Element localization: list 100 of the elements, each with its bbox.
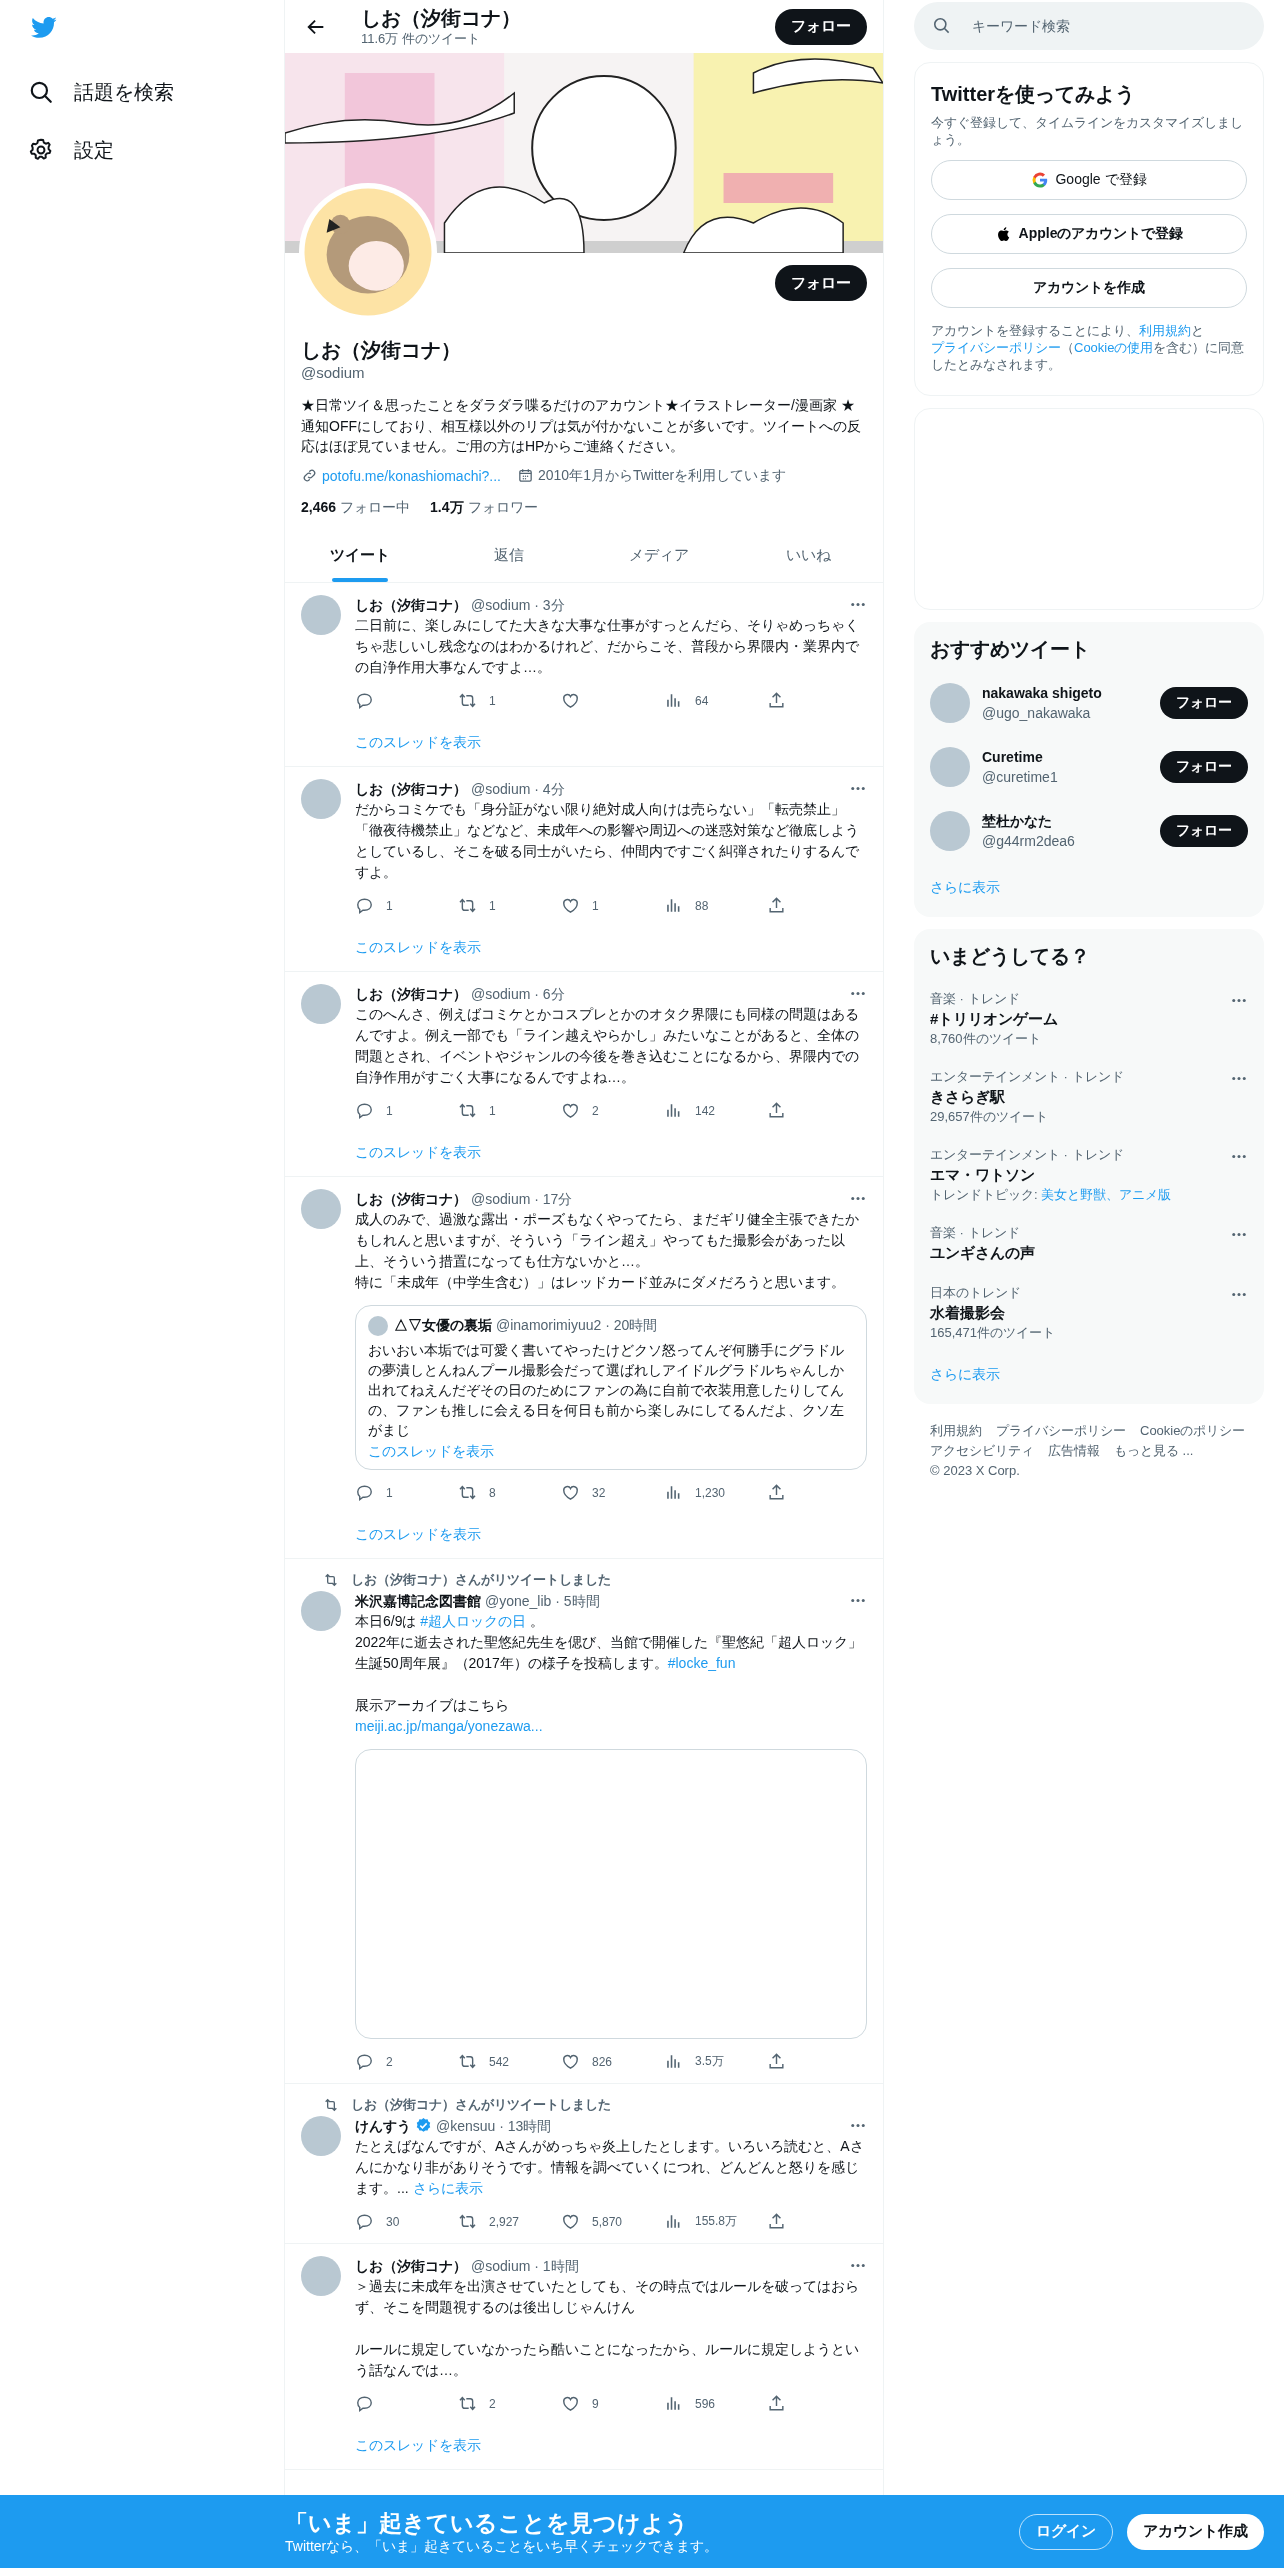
- heart-icon[interactable]: [561, 1483, 580, 1502]
- heart-icon[interactable]: [561, 2212, 580, 2231]
- heart-icon[interactable]: [561, 2052, 580, 2071]
- reply-icon[interactable]: [355, 1483, 374, 1502]
- footer-link[interactable]: もっと見る ...: [1114, 1442, 1194, 1460]
- profile-bio: ★日常ツイ＆思ったことをダラダラ喋るだけのアカウント★イラストレーター/漫画家 ★通知OFFにしており、相互様以外のリプは気が付かないことが多いです。ツイートへの反応はほぼ見ていません。ご用の方はHPからご連絡ください。: [301, 396, 862, 456]
- reply-icon[interactable]: [355, 2052, 374, 2071]
- trend-context: 音楽 · トレンド: [930, 1224, 1021, 1242]
- trend-name[interactable]: #トリリオンゲーム: [930, 1008, 1230, 1030]
- trend-name[interactable]: 水着撮影会: [930, 1302, 1230, 1324]
- user-name[interactable]: Curetime: [982, 747, 1148, 767]
- heart-icon[interactable]: [561, 896, 580, 915]
- follow-button[interactable]: フォロー: [1160, 751, 1248, 783]
- signup-button[interactable]: アカウントを作成: [931, 268, 1247, 308]
- share-icon[interactable]: [767, 896, 786, 915]
- more-icon[interactable]: [849, 784, 867, 793]
- more-icon[interactable]: [849, 1194, 867, 1203]
- author-name[interactable]: しお（汐街コナ）: [355, 1188, 467, 1209]
- profile-tab[interactable]: ツイート: [285, 528, 435, 582]
- more-icon[interactable]: [1230, 1074, 1248, 1083]
- footer-link[interactable]: 利用規約: [930, 1422, 982, 1440]
- trend-name[interactable]: ユンギさんの声: [930, 1242, 1230, 1264]
- share-icon[interactable]: [767, 2052, 786, 2071]
- heart-icon[interactable]: [561, 2394, 580, 2413]
- profile-tab[interactable]: 返信: [434, 528, 584, 582]
- more-icon[interactable]: [849, 2121, 867, 2130]
- tweet-meta: @sodium · 4分: [471, 779, 565, 799]
- user-name[interactable]: 埜杜かなた: [982, 811, 1148, 831]
- more-icon[interactable]: [849, 989, 867, 998]
- tweet-text: このへんさ、例えばコミケとかコスプレとかのオタク界隈にも同様の問題はあるんですよ。例え一部でも「ライン越えやらかし」みたいなことがあると、全体の問題とされ、イベントやジャンルの今後を巻き込むことになるから、界隈内での自浄作用がすごく大事になるんですよね…。: [355, 1004, 860, 1087]
- more-icon[interactable]: [1230, 1290, 1248, 1299]
- action-count: 826: [592, 2054, 613, 2069]
- share-icon[interactable]: [767, 691, 786, 710]
- retweet-icon[interactable]: [458, 1101, 477, 1120]
- nav-label[interactable]: 設定: [74, 136, 114, 164]
- retweet-icon[interactable]: [458, 2052, 477, 2071]
- search-field[interactable]: キーワード検索: [914, 2, 1264, 50]
- profile-tab[interactable]: いいね: [733, 528, 883, 582]
- follow-button[interactable]: フォロー: [1160, 687, 1248, 719]
- signup-button[interactable]: アカウント作成: [1127, 2513, 1264, 2550]
- action-count: 1: [489, 693, 496, 708]
- retweet-icon[interactable]: [458, 2212, 477, 2231]
- follow-button[interactable]: フォロー: [775, 8, 867, 45]
- share-icon[interactable]: [767, 2212, 786, 2231]
- action-count: 9: [592, 2396, 599, 2411]
- reply-icon[interactable]: [355, 2212, 374, 2231]
- followers-count[interactable]: 1.4万: [430, 498, 464, 517]
- trend-name[interactable]: きさらぎ駅: [930, 1086, 1230, 1108]
- more-icon[interactable]: [849, 1596, 867, 1605]
- tweet-meta: @sodium · 17分: [471, 1189, 573, 1209]
- footer-link[interactable]: プライバシーポリシー: [996, 1422, 1126, 1440]
- nav-label[interactable]: 話題を検索: [74, 78, 174, 106]
- more-icon[interactable]: [849, 600, 867, 609]
- author-name[interactable]: しお（汐街コナ）: [355, 778, 467, 799]
- more-icon[interactable]: [849, 2261, 867, 2270]
- user-name[interactable]: nakawaka shigeto: [982, 683, 1148, 703]
- retweet-icon[interactable]: [458, 691, 477, 710]
- heart-icon[interactable]: [561, 1101, 580, 1120]
- author-name[interactable]: 米沢嘉博記念図書館: [355, 1590, 481, 1611]
- author-name[interactable]: しお（汐街コナ）: [355, 2255, 467, 2276]
- followers-label[interactable]: フォロワー: [467, 498, 538, 517]
- share-icon[interactable]: [767, 1101, 786, 1120]
- author-name[interactable]: しお（汐街コナ）: [355, 983, 467, 1004]
- reply-icon[interactable]: [355, 691, 374, 710]
- trend-context: 音楽 · トレンド: [930, 990, 1021, 1008]
- footer-link[interactable]: Cookieのポリシー: [1140, 1422, 1246, 1440]
- search-icon[interactable]: [28, 79, 54, 105]
- footer-link[interactable]: アクセシビリティ: [930, 1442, 1034, 1460]
- share-icon[interactable]: [767, 1483, 786, 1502]
- trend-name[interactable]: エマ・ワトソン: [930, 1164, 1230, 1186]
- follow-button[interactable]: フォロー: [775, 265, 867, 301]
- retweet-icon[interactable]: [458, 2394, 477, 2413]
- tweet-meta: @sodium · 6分: [471, 984, 565, 1004]
- heart-icon[interactable]: [561, 691, 580, 710]
- following-count[interactable]: 2,466: [301, 498, 337, 515]
- quoted-tweet[interactable]: △▽女優の裏垢 @inamorimiyuu2 · 20時間 おいおい本垢では可愛く書いてやったけどクソ怒ってんぞ何勝手にグラドルの夢潰しとんねんプール撮影会だって選ばれしアイドルグラドルちゃんしか出れてねえんだぞその日のためにファンの為に自前で衣装用意したりしてんの、ファンも推しに会える日を何日も前から楽しみにしてるんだよ、クソ左がまじ このスレッドを表示: [355, 1304, 867, 1470]
- action-count: 2: [489, 2396, 496, 2411]
- author-name[interactable]: しお（汐街コナ）: [355, 594, 467, 615]
- profile-tab[interactable]: メディア: [584, 528, 734, 582]
- author-name[interactable]: けんすう: [355, 2115, 411, 2136]
- footer-link[interactable]: 広告情報: [1048, 1442, 1100, 1460]
- reply-icon[interactable]: [355, 1101, 374, 1120]
- join-date: 2010年1月からTwitterを利用しています: [538, 466, 787, 485]
- action-count: 64: [695, 693, 709, 708]
- more-icon[interactable]: [1230, 1230, 1248, 1239]
- reply-icon[interactable]: [355, 2394, 374, 2413]
- retweet-icon[interactable]: [458, 896, 477, 915]
- more-icon[interactable]: [1230, 1152, 1248, 1161]
- link-icon: [301, 467, 318, 484]
- following-label[interactable]: フォロー中: [340, 498, 411, 517]
- more-icon[interactable]: [1230, 996, 1248, 1005]
- footer-link[interactable]: © 2023 X Corp.: [930, 1462, 1020, 1480]
- reply-icon[interactable]: [355, 896, 374, 915]
- settings-icon[interactable]: [28, 137, 54, 163]
- signup-button[interactable]: Google で登録: [931, 160, 1247, 200]
- follow-button[interactable]: フォロー: [1160, 815, 1248, 847]
- share-icon[interactable]: [767, 2394, 786, 2413]
- action-count: 30: [386, 2214, 400, 2229]
- signup-button[interactable]: Appleのアカウントで登録: [931, 214, 1247, 254]
- retweet-icon[interactable]: [458, 1483, 477, 1502]
